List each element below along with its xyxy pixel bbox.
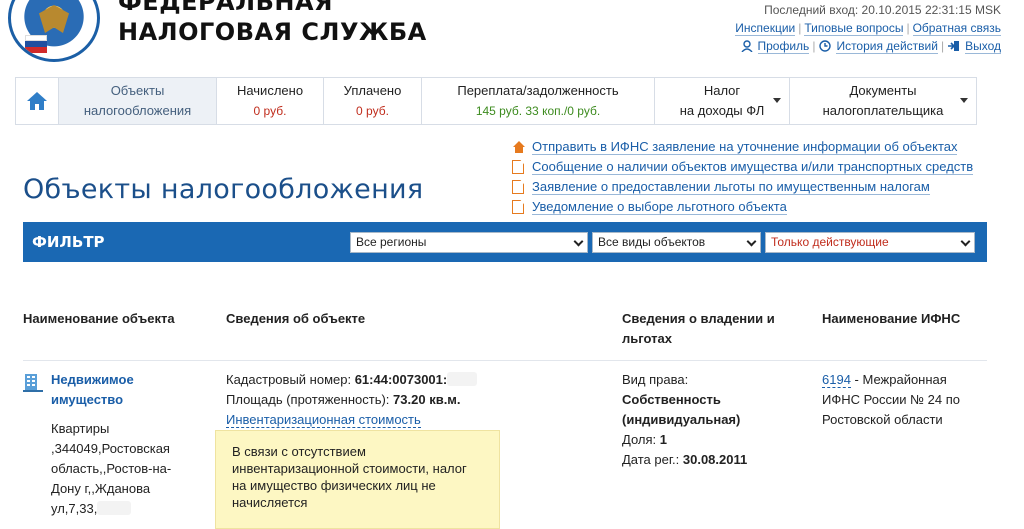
flag-icon (25, 35, 47, 53)
tab-documents[interactable]: Документы налогоплательщика (789, 77, 977, 125)
building-icon (23, 374, 43, 392)
inventory-tooltip: В связи с отсутствием инвентаризационной… (215, 430, 500, 529)
status-select[interactable]: Только действующие (765, 231, 975, 253)
tab-label: Объекты (110, 83, 165, 98)
ifns-details: 6194 - Межрайонная ИФНС России № 24 по Р… (822, 372, 960, 427)
tab-label: Начислено (236, 83, 304, 98)
service-name: ФЕДЕРАЛЬНАЯ НАЛОГОВАЯ СЛУЖБА (118, 0, 427, 47)
document-icon (512, 180, 524, 194)
last-login-label: Последний вход: (764, 3, 859, 17)
feedback-link[interactable]: Обратная связь (912, 21, 1001, 36)
account-links: Профиль | История действий | Выход (735, 37, 1001, 55)
faq-link[interactable]: Типовые вопросы (804, 21, 904, 36)
tab-overpayment-debt[interactable]: Переплата/задолженность 145 руб. 33 коп.… (421, 77, 654, 125)
action-row: Сообщение о наличии объектов имущества и… (512, 157, 974, 177)
object-details: Кадастровый номер: 61:44:0073001: Площад… (226, 370, 478, 430)
profile-link[interactable]: Профиль (757, 39, 810, 54)
tab-sub: налогоплательщика (822, 103, 944, 118)
user-panel: Последний вход: 20.10.2015 22:31:15 MSK … (735, 1, 1001, 55)
object-address: Квартиры ,344049,Ростовская область,,Рос… (51, 421, 172, 516)
tab-sub: 0 руб. (253, 104, 287, 118)
object-type-select[interactable]: Все виды объектов (592, 231, 761, 253)
action-links: Отправить в ИФНС заявление на уточнение … (512, 137, 974, 217)
header-divider (23, 360, 987, 361)
inventory-value-link[interactable]: Инвентаризационная стоимость (226, 412, 421, 428)
service-name-line2: НАЛОГОВАЯ СЛУЖБА (118, 18, 427, 46)
tab-sub: 0 руб. (356, 104, 389, 118)
tab-sub: 145 руб. 33 коп./0 руб. (475, 104, 601, 118)
chevron-down-icon (573, 236, 584, 246)
logout-link[interactable]: Выход (965, 39, 1001, 54)
history-link[interactable]: История действий (836, 39, 938, 54)
home-icon (27, 92, 47, 110)
benefit-notice-link[interactable]: Уведомление о выборе льготного объекта (532, 199, 787, 215)
house-icon (513, 141, 525, 153)
benefit-application-link[interactable]: Заявление о предоставлении льготы по иму… (532, 179, 930, 195)
document-icon (512, 160, 524, 174)
status-select-value: Только действующие (771, 234, 889, 249)
column-header-details: Сведения об объекте (226, 311, 366, 326)
tab-paid[interactable]: Уплачено 0 руб. (323, 77, 421, 125)
object-name[interactable]: Недвижимое имущество (51, 370, 134, 410)
main-tabs: Объекты налогообложения Начислено 0 руб.… (15, 77, 977, 125)
inspections-link[interactable]: Инспекции (735, 21, 796, 36)
tab-sub: на доходы ФЛ (679, 103, 765, 118)
chevron-down-icon (773, 98, 781, 103)
tab-income-tax[interactable]: Налог на доходы ФЛ (654, 77, 789, 125)
tab-label: Уплачено (343, 83, 402, 98)
action-row: Уведомление о выборе льготного объекта (512, 197, 973, 217)
tab-home[interactable] (15, 77, 58, 125)
object-type-select-value: Все виды объектов (598, 234, 706, 249)
help-links: Инспекции | Типовые вопросы | Обратная связь (735, 21, 1001, 36)
region-select[interactable]: Все регионы (350, 231, 588, 253)
filter-label: ФИЛЬТР (32, 233, 105, 251)
property-message-link[interactable]: Сообщение о наличии объектов имущества и… (532, 159, 974, 175)
request-clarification-link[interactable]: Отправить в ИФНС заявление на уточнение … (532, 139, 958, 155)
tab-label: Налог (703, 83, 741, 98)
chevron-down-icon (746, 236, 757, 246)
page-title: Объекты налогообложения (23, 174, 424, 205)
chevron-down-icon (960, 98, 968, 103)
last-login: Последний вход: 20.10.2015 22:31:15 MSK (735, 1, 1001, 19)
tab-sub: налогообложения (83, 103, 192, 118)
profile-icon (740, 40, 753, 52)
column-header-ownership: Сведения о владении и льготах (622, 311, 775, 346)
fns-logo[interactable] (8, 0, 100, 62)
column-header-name: Наименование объекта (23, 311, 175, 326)
region-select-value: Все регионы (356, 234, 427, 249)
tab-accrued[interactable]: Начислено 0 руб. (216, 77, 323, 125)
ownership-details: Вид права: Собственность (индивидуальная… (622, 372, 748, 467)
cadastral-number: 61:44:0073001: (354, 372, 448, 387)
ifns-code-link[interactable]: 6194 (822, 372, 851, 388)
chevron-down-icon (960, 236, 971, 246)
logout-icon (948, 41, 960, 51)
column-header-ifns: Наименование ИФНС (822, 311, 961, 326)
history-icon (819, 40, 832, 52)
tab-tax-objects[interactable]: Объекты налогообложения (58, 77, 216, 125)
document-icon (512, 200, 524, 214)
tab-label: Документы (849, 83, 917, 98)
service-name-line1: ФЕДЕРАЛЬНАЯ (118, 0, 333, 16)
object-name-link[interactable]: Недвижимое имущество (51, 372, 134, 407)
tab-label: Переплата/задолженность (457, 83, 619, 98)
filter-bar: ФИЛЬТР Все регионы Все виды объектов Тол… (23, 222, 987, 262)
area-value: 73.20 кв.м. (393, 392, 461, 407)
last-login-value: 20.10.2015 22:31:15 MSK (861, 3, 1001, 17)
action-row: Заявление о предоставлении льготы по иму… (512, 177, 973, 197)
action-row: Отправить в ИФНС заявление на уточнение … (512, 137, 973, 157)
